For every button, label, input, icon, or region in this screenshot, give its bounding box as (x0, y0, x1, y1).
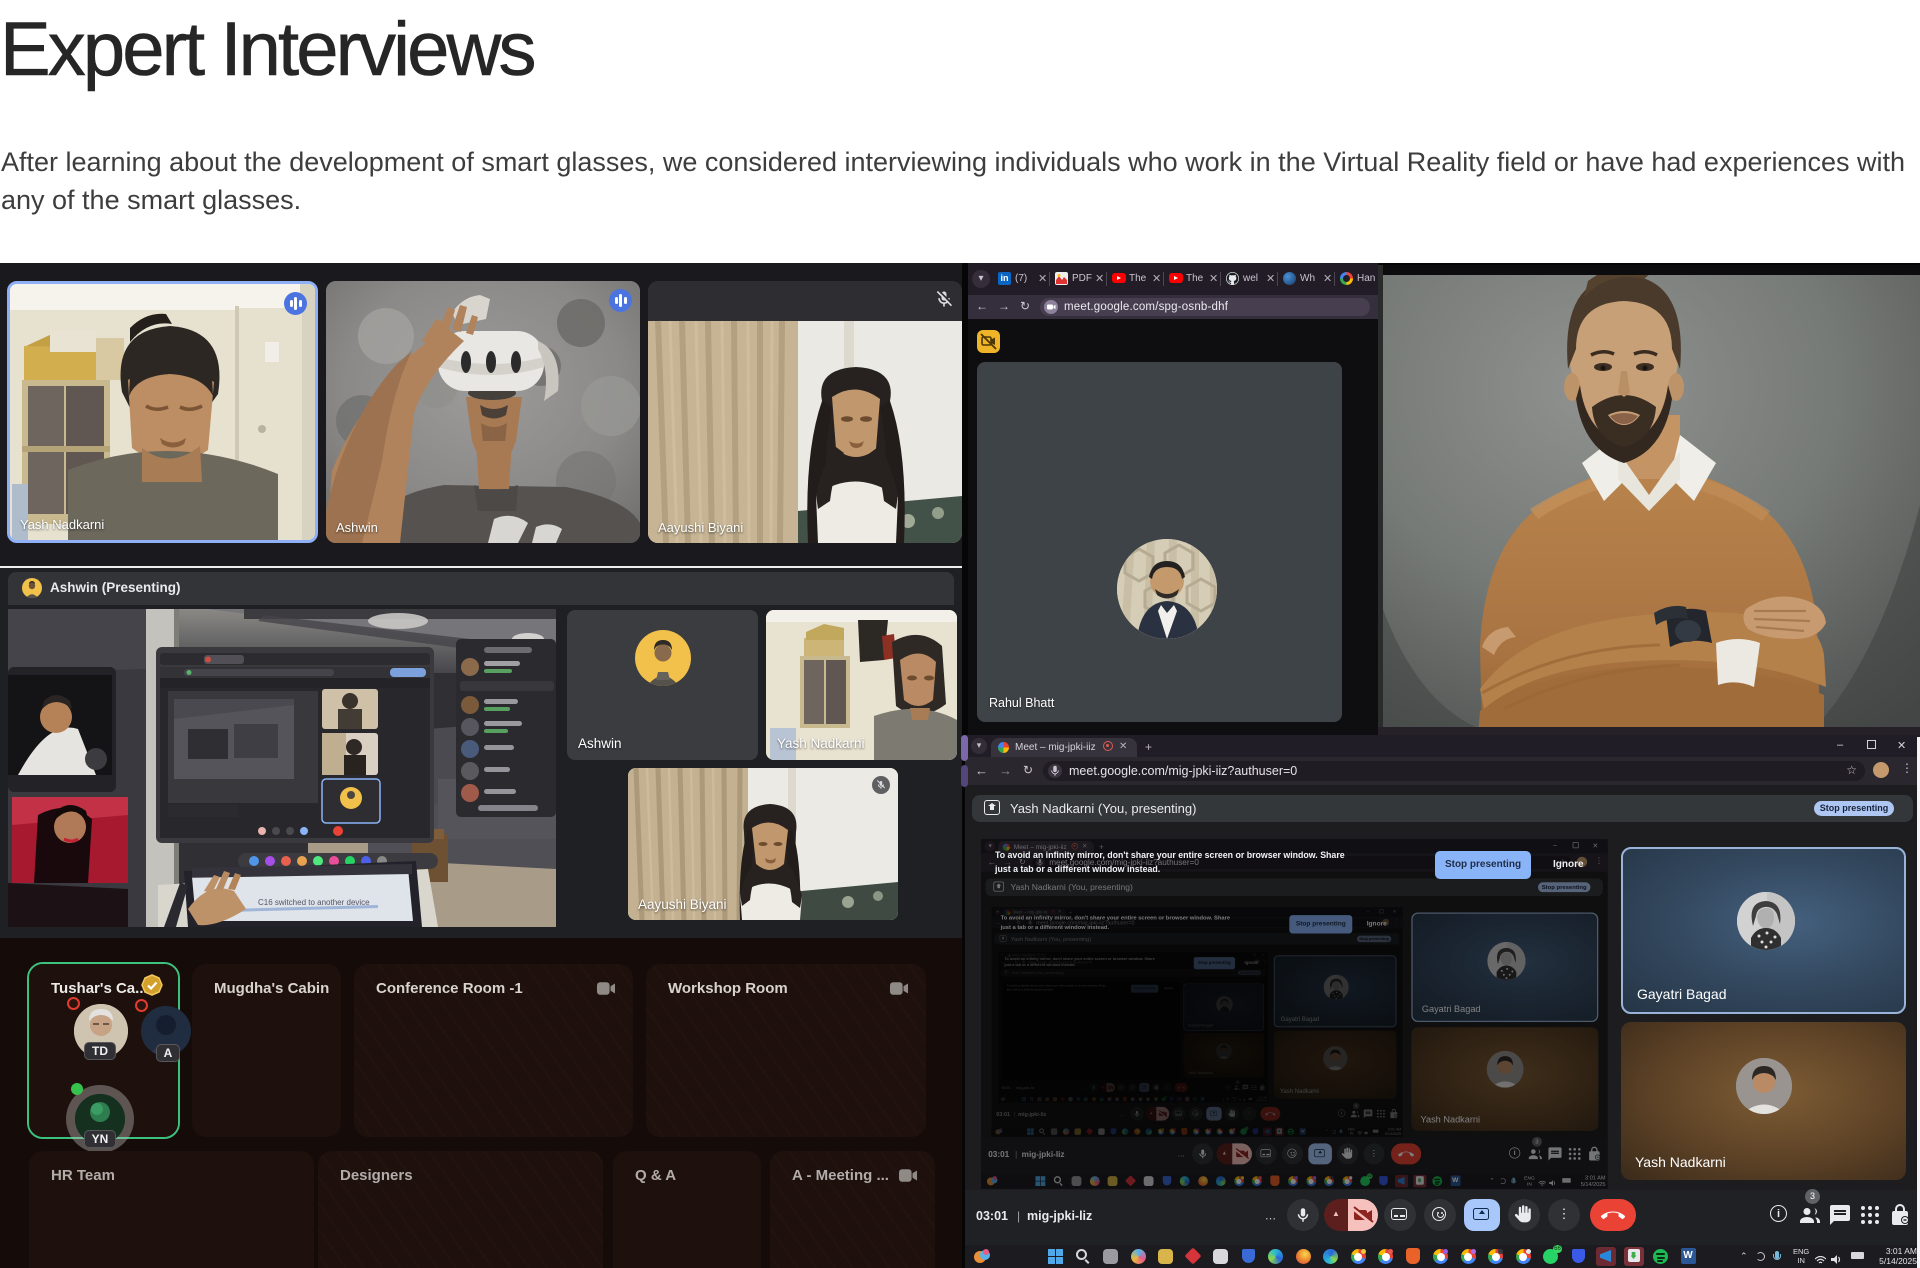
svg-text:C16 switched to another device: C16 switched to another device (258, 898, 370, 907)
